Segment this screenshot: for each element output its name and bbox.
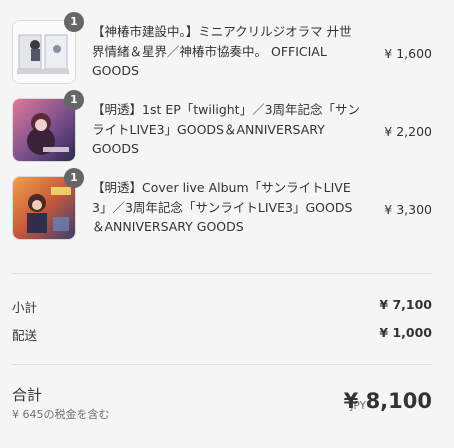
total-value: ¥ 8,100 [343,389,432,413]
quantity-badge: 1 [64,90,84,110]
total-label: 合計 [12,386,43,404]
subtotal-value: ¥ 7,100 [379,297,432,312]
cart-item: 1 【明透】1st EP「twilight」／3周年記念「サンライトLIVE3」… [12,90,432,176]
quantity-badge: 1 [64,168,84,188]
acrylic-diorama-thumbnail [12,20,76,84]
divider [12,273,432,274]
item-price: ¥ 1,600 [384,46,432,61]
item-name: 【神椿市建設中。】ミニアクリルジオラマ 廾世界情緒＆星界／神椿市協奏中。 OFF… [92,24,352,78]
shipping-label: 配送 [12,328,38,343]
divider [12,364,432,365]
tax-note: ¥ 645の税金を含む [12,408,110,421]
quantity-badge: 1 [64,12,84,32]
cart-items-list: 1 【神椿市建設中。】ミニアクリルジオラマ 廾世界情緒＆星界／神椿市協奏中。 O… [12,12,432,254]
twilight-ep-thumbnail [12,98,76,162]
subtotal-label: 小計 [12,300,38,315]
item-price: ¥ 3,300 [384,202,432,217]
cart-item: 1 【明透】Cover live Album「サンライトLIVE 3」／3周年記… [12,168,432,254]
cover-live-album-thumbnail [12,176,76,240]
item-name: 【明透】1st EP「twilight」／3周年記念「サンライトLIVE3」GO… [92,102,361,156]
shipping-value: ¥ 1,000 [379,325,432,340]
item-price: ¥ 2,200 [384,124,432,139]
cart-item: 1 【神椿市建設中。】ミニアクリルジオラマ 廾世界情緒＆星界／神椿市協奏中。 O… [12,12,432,98]
item-name: 【明透】Cover live Album「サンライトLIVE 3」／3周年記念「… [92,180,353,234]
